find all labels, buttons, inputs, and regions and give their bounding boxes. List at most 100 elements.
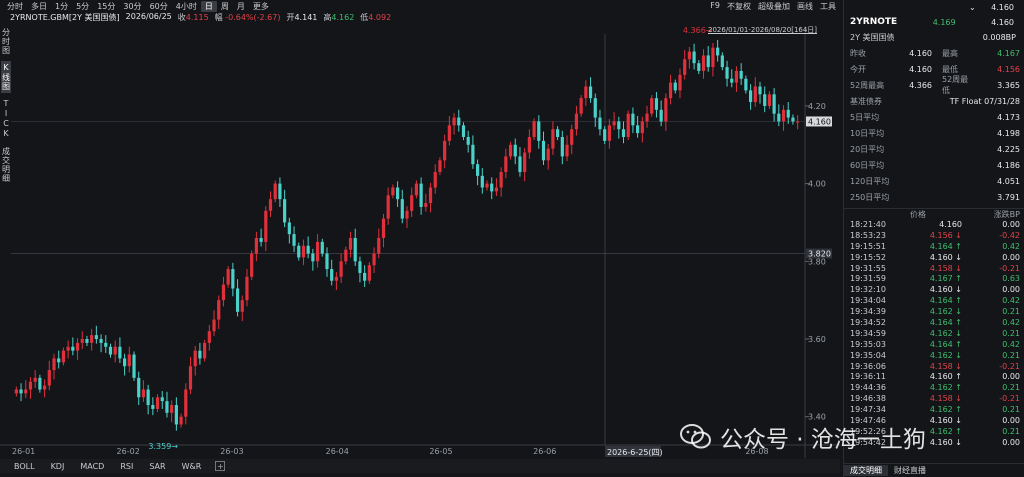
- candle-body: [617, 121, 621, 130]
- candle-body: [551, 129, 555, 149]
- x-tick-label: 26-04: [326, 447, 349, 456]
- tick-change: 0.00: [1002, 372, 1020, 382]
- candle-body: [19, 389, 23, 394]
- candle-body: [330, 269, 334, 281]
- candle-body: [612, 121, 616, 126]
- candle-body: [772, 94, 776, 114]
- candle-body: [631, 113, 635, 126]
- candle-body: [363, 272, 367, 281]
- indicator-tab[interactable]: KDJ: [45, 462, 75, 471]
- average-value: 3.791: [997, 192, 1020, 202]
- candle-body: [523, 152, 527, 172]
- candle-body: [400, 199, 404, 219]
- tick-row: 19:36:06 4.158 ↓ -0.21: [844, 361, 1024, 372]
- average-row: 20日平均 4.225: [844, 141, 1024, 157]
- candle-body: [556, 129, 560, 137]
- tick-time: 19:32:10: [850, 285, 886, 295]
- candle-body: [339, 261, 343, 277]
- bp-column-header: 涨跌BP: [993, 209, 1020, 219]
- candle-body: [692, 51, 696, 64]
- candle-body: [744, 78, 748, 91]
- candle-body: [485, 183, 489, 188]
- crosshair-price-label: 3.820: [808, 250, 831, 259]
- tick-price: 4.164 ↑: [929, 241, 962, 251]
- average-row: 250日平均 3.791: [844, 189, 1024, 205]
- tick-change: 0.63: [1002, 274, 1020, 284]
- panel-tab[interactable]: 财经直播: [888, 465, 932, 476]
- indicator-tab[interactable]: SAR: [143, 462, 175, 471]
- candle-body: [607, 125, 611, 141]
- candle-body: [664, 98, 668, 122]
- candle-body: [457, 117, 461, 126]
- candle-body: [419, 183, 423, 207]
- tick-row: 19:34:59 4.162 ↓ 0.21: [844, 328, 1024, 339]
- candle-body: [264, 210, 268, 242]
- candle-body: [217, 300, 221, 320]
- panel-tab[interactable]: 成交明细: [844, 465, 888, 476]
- candle-body: [315, 241, 320, 262]
- candle-body: [250, 253, 254, 277]
- crosshair-date-label: 2026-6-25(四): [607, 448, 663, 457]
- last-price: 4.169: [932, 17, 956, 27]
- candle-body: [320, 241, 324, 254]
- candle-body: [85, 339, 89, 343]
- tick-change: 0.42: [1002, 317, 1020, 327]
- candle-body: [90, 335, 94, 343]
- quote-stat-row: 52周最高 4.366 52周最低 3.365: [844, 75, 1024, 95]
- add-indicator-icon[interactable]: +: [215, 461, 226, 471]
- panel-header: ⌄ 4.160: [844, 0, 1024, 14]
- wechat-watermark: 公众号 · 沧海一土狗: [680, 420, 926, 454]
- candlestick-chart[interactable]: 4.204.003.803.603.4026-01 26-02 26-03 26-04…: [0, 0, 840, 459]
- stat-label: 最高: [942, 48, 958, 58]
- tick-change: 0.00: [1002, 415, 1020, 425]
- candle-body: [146, 389, 150, 406]
- stat-label: 昨收: [850, 48, 866, 58]
- indicator-tab[interactable]: RSI: [114, 462, 143, 471]
- candle-body: [711, 47, 715, 68]
- stat-value: 4.160: [909, 48, 932, 58]
- candle-body: [541, 140, 546, 161]
- indicator-tab[interactable]: W&R: [176, 462, 212, 471]
- average-label: 60日平均: [850, 160, 885, 170]
- tick-row: 19:34:04 4.164 ↑ 0.42: [844, 295, 1024, 306]
- tick-row: 19:44:36 4.162 ↑ 0.21: [844, 382, 1024, 393]
- candle-body: [527, 137, 531, 153]
- tick-change: 0.42: [1002, 296, 1020, 306]
- candle-body: [447, 125, 451, 141]
- tick-time: 19:15:51: [850, 241, 886, 251]
- tick-change: 0.21: [1002, 405, 1020, 415]
- candle-body: [221, 284, 226, 301]
- candle-body: [574, 113, 579, 130]
- candle-body: [386, 195, 390, 219]
- tick-price: 4.160 ↑: [929, 372, 962, 382]
- candle-body: [66, 346, 70, 351]
- average-row: 60日平均 4.186: [844, 157, 1024, 173]
- moving-averages: 5日平均 4.173 10日平均 4.198 20日平均 4.225 60日平均 4.186 1…: [844, 109, 1024, 205]
- candle-body: [668, 82, 673, 99]
- candle-body: [414, 183, 419, 196]
- candle-body: [452, 117, 456, 126]
- average-row: 10日平均 4.198: [844, 125, 1024, 141]
- candle-body: [94, 335, 98, 339]
- date-range-label[interactable]: 2026/01/01-2026/08/20[164日]: [708, 25, 817, 35]
- tick-price: 4.162 ↓: [929, 350, 962, 360]
- tick-price: 4.164 ↑: [929, 339, 962, 349]
- chevron-down-icon[interactable]: ⌄: [969, 3, 976, 12]
- indicator-tab[interactable]: BOLL: [8, 462, 45, 471]
- tick-list: 18:21:40 4.160 0.00 18:53:23 4.156 ↓ -0.42 19:…: [844, 219, 1024, 448]
- candle-body: [697, 63, 701, 71]
- candle-body: [287, 222, 291, 235]
- candle-body: [108, 346, 113, 355]
- candle-body: [179, 416, 183, 425]
- quote-stats: 昨收 4.160 最高 4.167 今开 4.160 最低 4.156 52周最高 4.366 52…: [844, 45, 1024, 96]
- x-tick-label: 26-02: [117, 447, 140, 456]
- tick-change: 0.21: [1002, 383, 1020, 393]
- candle-body: [47, 370, 51, 386]
- candle-body: [127, 354, 131, 367]
- candle-body: [42, 385, 47, 390]
- benchmark-bond-value: TF Float 07/31/28: [949, 96, 1020, 106]
- tick-row: 19:47:34 4.162 ↑ 0.21: [844, 404, 1024, 415]
- quote-stat-row: 昨收 4.160 最高 4.167: [844, 45, 1024, 61]
- indicator-tab[interactable]: MACD: [74, 462, 114, 471]
- tick-change: -0.21: [999, 263, 1020, 273]
